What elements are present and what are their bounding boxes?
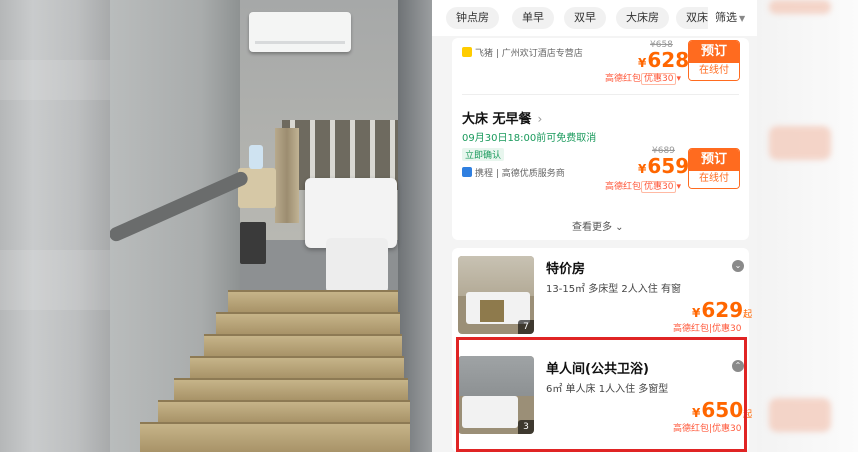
offer1-promo-box: 优惠30 bbox=[641, 73, 677, 85]
filter-button[interactable]: 筛选 ▼ bbox=[708, 0, 757, 36]
filter-chip-double-breakfast[interactable]: 双早 bbox=[564, 7, 606, 29]
rate-offers-card: 飞猪 | 广州欢订酒店专营店 ¥658 ¥628 高德红包 优惠30 ▾ 预订 在线… bbox=[452, 38, 749, 240]
see-more-link[interactable]: 查看更多 ⌄ bbox=[572, 218, 624, 233]
room1-price: ¥629起 bbox=[692, 298, 752, 322]
stair-step bbox=[204, 334, 402, 356]
offer2-promo-box: 优惠30 bbox=[641, 181, 677, 193]
stair-step bbox=[228, 290, 398, 312]
filter-bar: 钟点房 单早 双早 大床房 双床 筛选 ▼ bbox=[432, 0, 757, 36]
offer2-book-label: 预订 bbox=[689, 149, 739, 171]
fliggy-logo-icon bbox=[462, 47, 472, 57]
hotel-booking-screen: 钟点房 单早 双早 大床房 双床 筛选 ▼ 飞猪 | 广州欢订酒店专营店 ¥658… bbox=[432, 0, 757, 452]
offer1-pay-label: 在线付 bbox=[689, 63, 739, 80]
room-photo bbox=[110, 0, 432, 452]
bed-foot bbox=[326, 238, 388, 293]
offer1-price-value: 628 bbox=[647, 48, 690, 72]
room1-name[interactable]: 特价房 bbox=[546, 258, 585, 277]
filter-chip-single-breakfast[interactable]: 单早 bbox=[512, 7, 554, 29]
offer2-confirm-tag: 立即确认 bbox=[462, 148, 505, 161]
curtain bbox=[275, 128, 299, 223]
highlight-box bbox=[456, 337, 747, 452]
offer2-currency: ¥ bbox=[638, 162, 647, 176]
offer2-room-title[interactable]: 大床 无早餐 › bbox=[462, 108, 542, 127]
divider bbox=[462, 94, 739, 95]
chevron-down-icon: ⌄ bbox=[612, 222, 624, 233]
offer2-cancel-policy: 09月30日18:00前可免费取消 bbox=[462, 133, 597, 144]
air-conditioner bbox=[249, 12, 351, 52]
room1-promo: 高德红包|优惠30 bbox=[673, 324, 742, 334]
caret-icon: ▾ bbox=[676, 74, 681, 84]
filter-chip-king-bed[interactable]: 大床房 bbox=[616, 7, 669, 29]
stair-step bbox=[158, 400, 410, 422]
offer1-promo: 高德红包 优惠30 ▾ bbox=[605, 71, 681, 85]
blurred-left-background bbox=[0, 0, 110, 452]
offer2-supplier-text: 携程 | 高德优质服务商 bbox=[475, 169, 565, 179]
filter-chip-hourly[interactable]: 钟点房 bbox=[446, 7, 499, 29]
chevron-right-icon: › bbox=[537, 112, 543, 126]
offer2-book-button[interactable]: 预订 在线付 bbox=[688, 148, 740, 189]
offer2-pay-label: 在线付 bbox=[689, 171, 739, 188]
room1-currency: ¥ bbox=[692, 306, 701, 320]
room1-photo-count: 7 bbox=[518, 320, 534, 334]
room1-expand-icon[interactable]: ⌄ bbox=[732, 260, 744, 272]
offer1-promo-text: 高德红包 bbox=[605, 74, 642, 84]
stair-step bbox=[216, 312, 400, 334]
stair-step bbox=[190, 356, 404, 378]
offer2-supplier: 携程 | 高德优质服务商 bbox=[462, 166, 565, 179]
offer2-price: ¥659 bbox=[638, 154, 689, 178]
offer1-supplier-text: 飞猪 | 广州欢订酒店专营店 bbox=[475, 49, 583, 59]
screenshot-composite: 钟点房 单早 双早 大床房 双床 筛选 ▼ 飞猪 | 广州欢订酒店专营店 ¥658… bbox=[0, 0, 858, 452]
offer2-promo-text: 高德红包 bbox=[605, 182, 642, 192]
room1-price-value: 629 bbox=[701, 298, 744, 322]
room1-photo[interactable]: 7 bbox=[458, 256, 534, 334]
filter-label: 筛选 bbox=[715, 11, 737, 24]
offer2-price-value: 659 bbox=[647, 154, 690, 178]
see-more-text: 查看更多 bbox=[572, 222, 612, 233]
stair-step bbox=[174, 378, 408, 400]
offer2-promo: 高德红包 优惠30 ▾ bbox=[605, 179, 681, 193]
offer1-supplier: 飞猪 | 广州欢订酒店专营店 bbox=[462, 46, 583, 59]
caret-down-icon: ▼ bbox=[739, 14, 746, 23]
blurred-right-background bbox=[757, 0, 858, 452]
offer1-book-label: 预订 bbox=[689, 41, 739, 63]
room1-price-suffix: 起 bbox=[743, 310, 753, 320]
water-bottle bbox=[249, 145, 263, 169]
offer1-price: ¥628 bbox=[638, 48, 689, 72]
caret-icon: ▾ bbox=[676, 182, 681, 192]
stair-step bbox=[140, 422, 410, 452]
trash-bin bbox=[240, 222, 266, 264]
room1-desc: 13-15㎡ 多床型 2人入住 有窗 bbox=[546, 284, 681, 295]
offer2-room-title-text: 大床 无早餐 bbox=[462, 112, 532, 127]
offer1-book-button[interactable]: 预订 在线付 bbox=[688, 40, 740, 81]
ctrip-logo-icon bbox=[462, 167, 472, 177]
offer1-currency: ¥ bbox=[638, 56, 647, 70]
